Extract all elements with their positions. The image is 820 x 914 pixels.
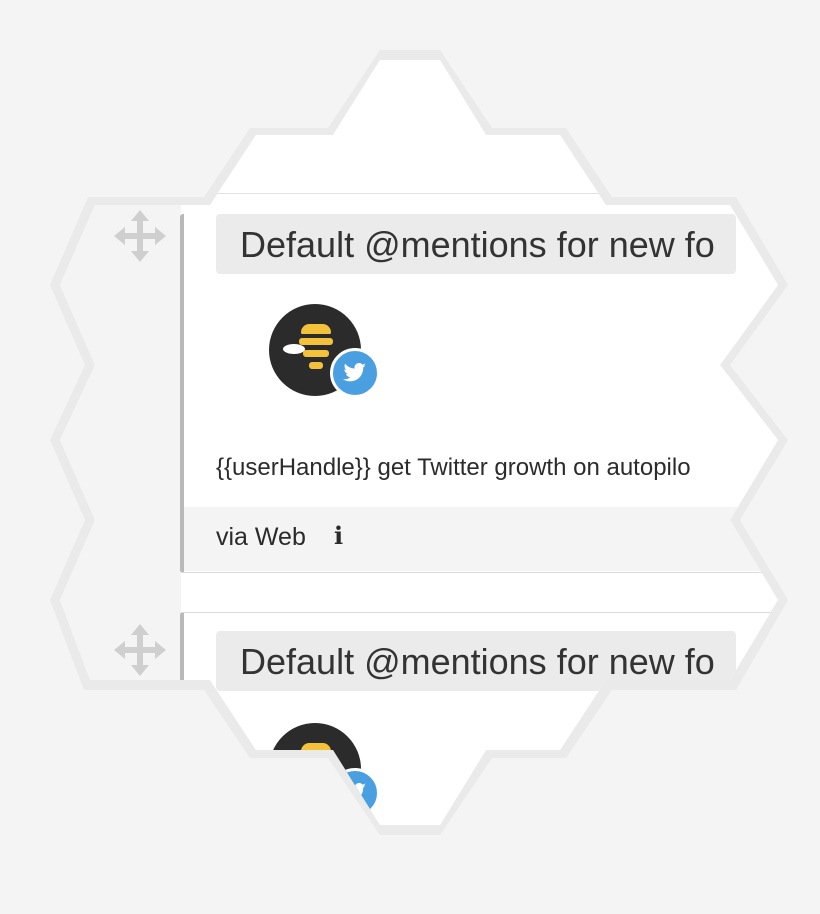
move-arrows-icon[interactable]: [112, 622, 168, 678]
card-footer: via Web i: [184, 507, 778, 571]
mention-card[interactable]: Default @mentions for new fo {{userHandl…: [180, 214, 778, 573]
move-arrows-icon[interactable]: [112, 208, 168, 264]
via-source: via Web: [216, 523, 306, 551]
tweet-text: {{userHandle}} get Twitter growth on aut…: [216, 454, 691, 481]
card-title: Default @mentions for new fo: [240, 641, 715, 682]
twitter-bird-icon: [330, 348, 380, 398]
info-icon[interactable]: i: [334, 521, 343, 550]
card-title: Default @mentions for new fo: [240, 224, 715, 265]
card-title-bar[interactable]: Default @mentions for new fo: [216, 214, 736, 274]
